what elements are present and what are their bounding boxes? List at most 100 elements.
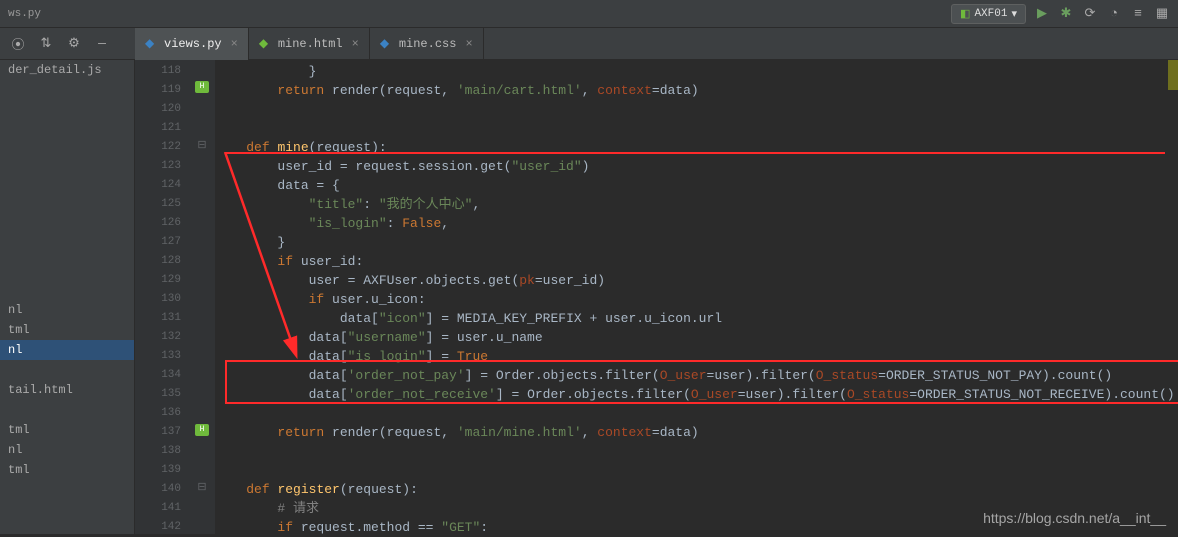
chevron-down-icon: ▾ <box>1011 7 1017 21</box>
code-line[interactable]: data["username"] = user.u_name <box>215 328 1178 347</box>
sidebar-file-item[interactable]: nl <box>0 440 134 460</box>
line-number: 142 <box>135 518 195 537</box>
line-number: 140 <box>135 480 195 499</box>
line-number: 139 <box>135 461 195 480</box>
sidebar-file-item[interactable] <box>0 240 134 260</box>
tab-label: mine.html <box>278 37 343 51</box>
editor-tab[interactable]: ◆ mine.html × <box>249 28 370 60</box>
file-type-icon: ◆ <box>380 37 394 51</box>
editor-area[interactable]: 1181191201211221231241251261271281291301… <box>135 60 1178 534</box>
project-sidebar[interactable]: der_detail.js nltmlnl tail.html tmlnltml <box>0 60 135 534</box>
target-icon[interactable]: ⦿ <box>10 36 26 52</box>
fold-icon[interactable]: ⊟ <box>195 480 209 494</box>
fold-icon[interactable]: ⊟ <box>195 138 209 152</box>
code-line[interactable] <box>215 442 1178 461</box>
line-number: 132 <box>135 328 195 347</box>
profile-icon[interactable]: ◔ <box>1106 6 1122 22</box>
tab-label: views.py <box>164 37 222 51</box>
tabs-row: ⦿ ⇅ ⚙ — ◆views.py×◆mine.html×◆mine.css× <box>0 28 1178 60</box>
code-line[interactable]: data['order_not_receive'] = Order.object… <box>215 385 1178 404</box>
close-icon[interactable]: × <box>465 37 472 51</box>
code-line[interactable]: def register(request): <box>215 480 1178 499</box>
coverage-icon[interactable]: ⟳ <box>1082 6 1098 22</box>
line-number: 135 <box>135 385 195 404</box>
line-number: 122 <box>135 138 195 157</box>
editor-tab[interactable]: ◆views.py× <box>135 28 249 60</box>
sidebar-file-item[interactable] <box>0 100 134 120</box>
code-line[interactable] <box>215 100 1178 119</box>
code-line[interactable]: data["icon"] = MEDIA_KEY_PREFIX + user.u… <box>215 309 1178 328</box>
line-number: 138 <box>135 442 195 461</box>
file-type-icon: ◆ <box>259 37 273 51</box>
debug-icon[interactable]: ✱ <box>1058 6 1074 22</box>
run-icon[interactable]: ▶ <box>1034 6 1050 22</box>
sidebar-file-item[interactable]: tml <box>0 320 134 340</box>
sidebar-file-item[interactable] <box>0 220 134 240</box>
sidebar-file-item[interactable]: tml <box>0 420 134 440</box>
sidebar-file-item[interactable] <box>0 200 134 220</box>
line-number: 120 <box>135 100 195 119</box>
line-number: 124 <box>135 176 195 195</box>
line-number: 137 <box>135 423 195 442</box>
editor-tabs: ◆views.py×◆mine.html×◆mine.css× <box>135 28 484 60</box>
left-tool-icons: ⦿ ⇅ ⚙ — <box>0 36 135 52</box>
code-line[interactable] <box>215 119 1178 138</box>
tab-label: mine.css <box>399 37 457 51</box>
stack-icon[interactable]: ≡ <box>1130 6 1146 22</box>
sidebar-file-item[interactable] <box>0 280 134 300</box>
code-line[interactable]: } <box>215 233 1178 252</box>
line-number: 121 <box>135 119 195 138</box>
code-line[interactable]: if user_id: <box>215 252 1178 271</box>
code-line[interactable]: } <box>215 62 1178 81</box>
code-line[interactable]: data['order_not_pay'] = Order.objects.fi… <box>215 366 1178 385</box>
config-label: AXF01 <box>974 8 1007 20</box>
line-number: 131 <box>135 309 195 328</box>
html-marker-icon: H <box>195 424 209 436</box>
code-line[interactable]: user = AXFUser.objects.get(pk=user_id) <box>215 271 1178 290</box>
sidebar-file-item[interactable]: tml <box>0 460 134 480</box>
sidebar-file-item[interactable]: nl <box>0 340 134 360</box>
code-line[interactable]: if user.u_icon: <box>215 290 1178 309</box>
line-number: 128 <box>135 252 195 271</box>
sort-icon[interactable]: ⇅ <box>38 36 54 52</box>
sidebar-file-item[interactable] <box>0 400 134 420</box>
sidebar-file-item[interactable] <box>0 80 134 100</box>
code-line[interactable] <box>215 404 1178 423</box>
code-line[interactable]: "title": "我的个人中心", <box>215 195 1178 214</box>
line-number: 126 <box>135 214 195 233</box>
minimap-marker <box>1168 60 1178 90</box>
code-line[interactable]: def mine(request): <box>215 138 1178 157</box>
line-number: 123 <box>135 157 195 176</box>
breadcrumb-path: ws.py <box>8 8 41 20</box>
gear-icon[interactable]: ⚙ <box>66 36 82 52</box>
collapse-icon[interactable]: — <box>94 36 110 52</box>
fold-gutter: H H ⊟ ⊟ <box>195 60 215 534</box>
code-line[interactable]: return render(request, 'main/mine.html',… <box>215 423 1178 442</box>
line-number: 130 <box>135 290 195 309</box>
line-number-gutter: 1181191201211221231241251261271281291301… <box>135 60 195 534</box>
line-number: 119 <box>135 81 195 100</box>
search-icon[interactable]: ▦ <box>1154 6 1170 22</box>
toolbar-right: ◧ AXF01 ▾ ▶ ✱ ⟳ ◔ ≡ ▦ <box>951 4 1170 24</box>
sidebar-file-item[interactable] <box>0 360 134 380</box>
code-line[interactable]: return render(request, 'main/cart.html',… <box>215 81 1178 100</box>
run-config-selector[interactable]: ◧ AXF01 ▾ <box>951 4 1026 24</box>
close-icon[interactable]: × <box>231 37 238 51</box>
code-line[interactable]: data = { <box>215 176 1178 195</box>
sidebar-file-item[interactable]: der_detail.js <box>0 60 134 80</box>
code-line[interactable] <box>215 461 1178 480</box>
sidebar-file-item[interactable] <box>0 140 134 160</box>
code-content[interactable]: } return render(request, 'main/cart.html… <box>215 60 1178 534</box>
code-line[interactable]: data["is_login"] = True <box>215 347 1178 366</box>
line-number: 141 <box>135 499 195 518</box>
close-icon[interactable]: × <box>352 37 359 51</box>
sidebar-file-item[interactable]: tail.html <box>0 380 134 400</box>
editor-tab[interactable]: ◆ mine.css × <box>370 28 484 60</box>
sidebar-file-item[interactable] <box>0 260 134 280</box>
code-line[interactable]: user_id = request.session.get("user_id") <box>215 157 1178 176</box>
sidebar-file-item[interactable] <box>0 180 134 200</box>
sidebar-file-item[interactable] <box>0 160 134 180</box>
sidebar-file-item[interactable]: nl <box>0 300 134 320</box>
sidebar-file-item[interactable] <box>0 120 134 140</box>
code-line[interactable]: "is_login": False, <box>215 214 1178 233</box>
